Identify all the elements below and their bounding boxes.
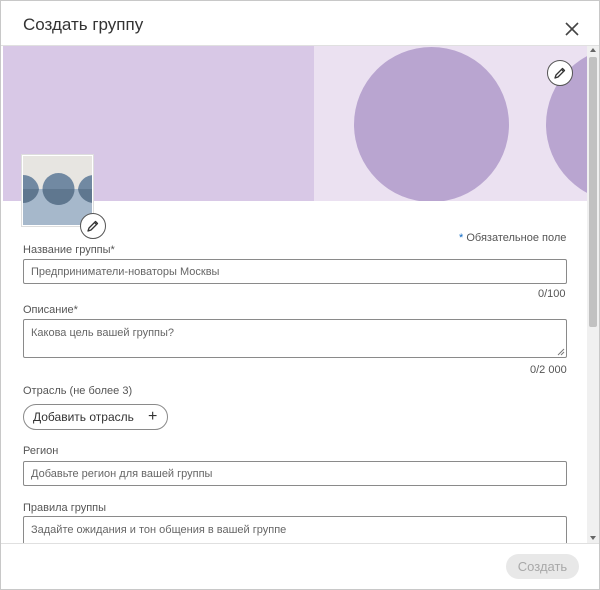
group-name-placeholder: Предприниматели-новаторы Москвы (31, 266, 220, 278)
required-star: * (459, 232, 464, 244)
resize-grip-icon[interactable] (557, 348, 565, 356)
edit-banner-button[interactable] (547, 60, 573, 86)
dialog-body: * Обязательное поле Название группы* Пре… (1, 46, 587, 543)
dialog-title: Создать группу (23, 15, 144, 34)
description-textarea[interactable]: Какова цель вашей группы? (23, 319, 567, 358)
group-rules-placeholder: Задайте ожидания и тон общения в вашей г… (31, 524, 287, 536)
group-rules-label: Правила группы (23, 502, 107, 514)
description-counter: 0/2 000 (530, 364, 567, 376)
group-name-counter: 0/100 (538, 288, 566, 300)
description-label: Описание* (23, 304, 78, 316)
scrollbar-thumb[interactable] (589, 57, 597, 327)
group-name-input[interactable]: Предприниматели-новаторы Москвы (23, 259, 567, 284)
dialog-footer: Создать (1, 543, 599, 589)
group-rules-textarea[interactable]: Задайте ожидания и тон общения в вашей г… (23, 516, 567, 543)
create-button[interactable]: Создать (506, 554, 579, 579)
add-industry-label: Добавить отрасль (33, 410, 134, 424)
region-label: Регион (23, 445, 59, 457)
region-placeholder: Добавьте регион для вашей группы (31, 468, 213, 480)
scroll-up-arrow-icon[interactable] (590, 48, 596, 52)
description-placeholder: Какова цель вашей группы? (31, 327, 175, 339)
dialog-scrollbar[interactable] (587, 46, 599, 543)
close-icon (565, 22, 579, 36)
group-logo-image (23, 156, 92, 225)
region-input[interactable]: Добавьте регион для вашей группы (23, 461, 567, 486)
group-name-label: Название группы* (23, 244, 115, 256)
plus-icon: + (148, 408, 158, 425)
required-mark: * (110, 244, 115, 256)
dialog-header: Создать группу (1, 1, 599, 46)
create-group-dialog: Создать группу * Обязательное поле Назва… (0, 0, 600, 590)
industry-label: Отрасль (не более 3) (23, 385, 133, 397)
group-logo (22, 155, 93, 226)
pencil-icon (554, 67, 566, 79)
pencil-icon (87, 220, 99, 232)
description-label-text: Описание (23, 304, 74, 316)
group-name-label-text: Название группы (23, 244, 111, 256)
edit-logo-button[interactable] (80, 213, 106, 239)
add-industry-button[interactable]: Добавить отрасль + (23, 404, 168, 430)
banner-circle (354, 47, 509, 201)
required-note-text: Обязательное поле (466, 232, 567, 244)
required-field-note: * Обязательное поле (459, 232, 566, 244)
required-mark: * (73, 304, 78, 316)
close-button[interactable] (561, 18, 583, 40)
banner-right-panel (314, 46, 587, 201)
scroll-down-arrow-icon[interactable] (590, 536, 596, 540)
